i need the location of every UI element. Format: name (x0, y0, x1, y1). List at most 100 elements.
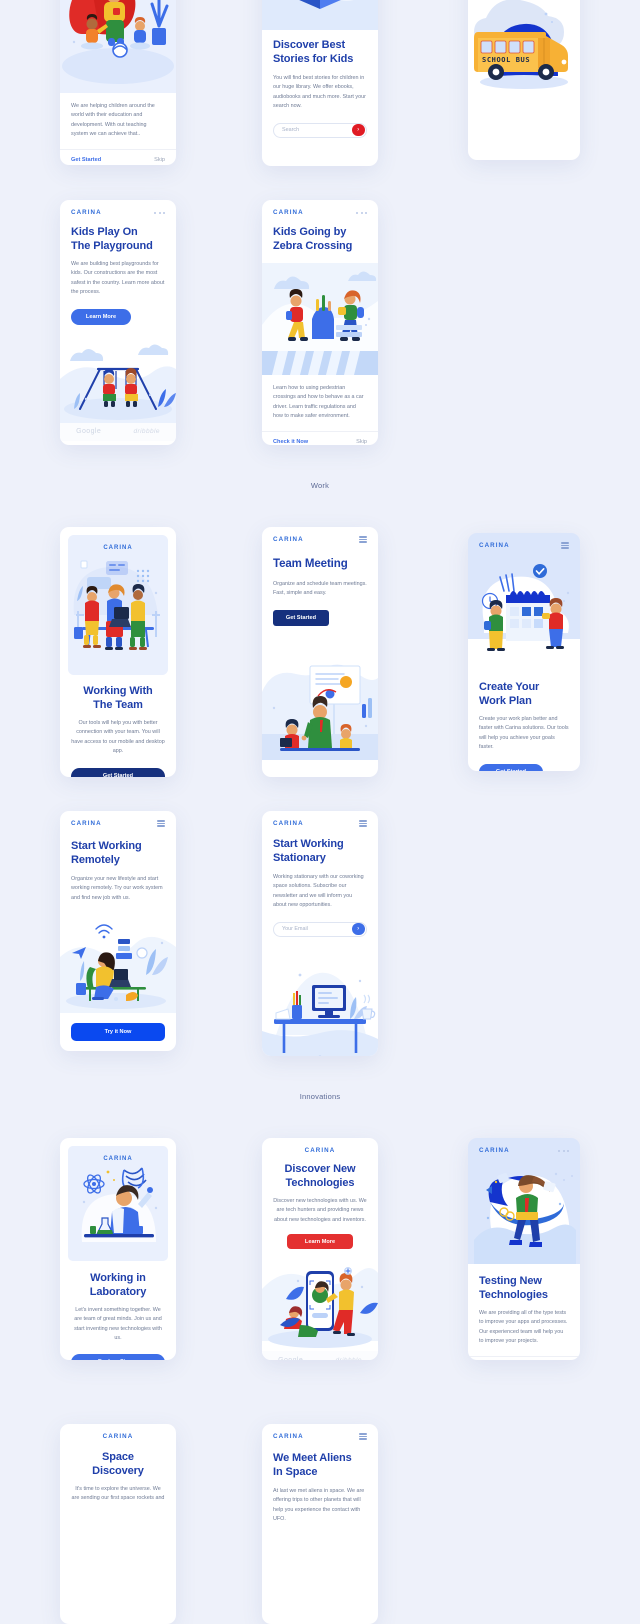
stationary-body: Working stationary with our coworking sp… (273, 874, 364, 909)
playground-title: Kids Play On The Playground (71, 225, 165, 253)
playground-illustration (60, 334, 176, 423)
meeting-get-started-button[interactable]: Get Started (273, 609, 329, 626)
remote-illustration (60, 913, 176, 1014)
newtech-learn-more-button[interactable]: Learn More (287, 1234, 353, 1250)
testing-title-line2: Technologies (479, 1289, 548, 1301)
newtech-title: Discover New Technologies (273, 1162, 367, 1190)
chevron-right-icon[interactable]: › (352, 922, 365, 936)
svg-text:CARINA: CARINA (103, 1156, 132, 1162)
card-team[interactable]: CARINA Working With The Team Our tools w… (60, 527, 176, 777)
newtech-header: CARINA (262, 1138, 378, 1154)
chevron-right-icon[interactable]: › (352, 123, 365, 137)
laboratory-illustration: CARINA (68, 1146, 168, 1261)
section-label-work: Work (310, 481, 330, 490)
team-title-line1: Working With (83, 685, 153, 697)
card-zebra[interactable]: CARINA Kids Going by Zebra Crossing Lear… (262, 200, 378, 445)
testing-illustration (468, 1156, 580, 1264)
card-space[interactable]: CARINA Space Discovery It's time to expl… (60, 1424, 176, 1624)
remote-header: CARINA (60, 811, 176, 827)
playground-body: We are building best playgrounds for kid… (71, 261, 165, 296)
stationary-title-line1: Start Working (273, 838, 344, 850)
workplan-get-started-button[interactable]: Get Started (479, 763, 543, 771)
playground-learn-more-button[interactable]: Learn More (71, 308, 131, 325)
meeting-body: Organize and schedule team meetings. Fas… (273, 581, 367, 597)
hamburger-menu-icon[interactable] (359, 1433, 367, 1440)
meeting-header: CARINA (262, 527, 378, 543)
stories-title: Discover Best Stories for Kids (273, 38, 367, 66)
card-education[interactable]: We are helping children around the world… (60, 0, 176, 165)
stories-search-field[interactable]: Search › (273, 122, 367, 138)
stories-body: You will find best stories for children … (273, 75, 366, 110)
zebra-skip-link[interactable]: Skip (356, 439, 367, 445)
playground-logo-strip: Google dribbble (60, 422, 176, 441)
space-title-line1: Space (102, 1451, 134, 1463)
brand-logo: CARINA (479, 1147, 510, 1154)
remote-try-it-now-button[interactable]: Try it Now (71, 1023, 165, 1042)
card-playground[interactable]: CARINA Kids Play On The Playground We ar… (60, 200, 176, 445)
google-logo: Google (278, 1357, 303, 1360)
search-placeholder: Search (282, 127, 300, 134)
more-dots-icon[interactable] (356, 211, 367, 214)
laboratory-explore-sience-button[interactable]: Explore Sience (71, 1353, 165, 1360)
card-meeting[interactable]: CARINA Team Meeting Organize and schedul… (262, 527, 378, 777)
newtech-logo-strip: Google dribbble (262, 1351, 378, 1360)
hamburger-menu-icon[interactable] (359, 820, 367, 827)
space-header: CARINA (60, 1424, 176, 1440)
card-aliens[interactable]: CARINA We Meet Aliens In Space At last w… (262, 1424, 378, 1624)
hamburger-menu-icon[interactable] (561, 542, 569, 549)
team-title: Working With The Team (71, 684, 165, 712)
dribbble-logo: dribbble (133, 428, 160, 436)
zebra-illustration (262, 263, 378, 375)
card-laboratory[interactable]: CARINA Working in Laboratory Let's inven… (60, 1138, 176, 1360)
education-skip-link[interactable]: Skip (154, 157, 165, 163)
space-body: It's time to explore the universe. We ar… (71, 1486, 165, 1502)
playground-title-line1: Kids Play On (71, 226, 138, 238)
education-illustration (60, 0, 176, 93)
stationary-title-line2: Stationary (273, 852, 326, 864)
aliens-title-line1: We Meet Aliens (273, 1452, 352, 1464)
workplan-title-line1: Create Your (479, 681, 540, 693)
meeting-illustration (262, 637, 378, 760)
card-testing[interactable]: CARINA Testing New Technologies We are p… (468, 1138, 580, 1360)
laboratory-title: Working in Laboratory (71, 1271, 165, 1299)
testing-body: We are providing all of the type tests t… (479, 1310, 568, 1345)
brand-logo: CARINA (102, 1433, 134, 1440)
card-workplan[interactable]: CARINA Create Your Work Plan Create your… (468, 533, 580, 771)
workplan-illustration (468, 553, 580, 671)
brand-logo: CARINA (71, 820, 102, 827)
newtech-title-line2: Technologies (285, 1177, 355, 1189)
aliens-title-line2: In Space (273, 1466, 318, 1478)
meeting-title: Team Meeting (273, 558, 348, 570)
space-title: Space Discovery (71, 1450, 165, 1478)
svg-text:CARINA: CARINA (103, 545, 132, 551)
more-dots-icon[interactable] (154, 211, 165, 214)
team-illustration: CARINA (68, 535, 168, 675)
team-get-started-button[interactable]: Get Started (71, 767, 165, 777)
brand-logo: CARINA (273, 209, 304, 216)
stationary-header: CARINA (262, 811, 378, 827)
hamburger-menu-icon[interactable] (157, 820, 165, 827)
card-newtech[interactable]: CARINA Discover New Technologies Discove… (262, 1138, 378, 1360)
stationary-title: Start Working Stationary (273, 837, 367, 865)
stationary-email-field[interactable]: Your Email › (273, 921, 367, 937)
brand-logo: CARINA (71, 209, 102, 216)
zebra-title-line1: Kids Going by (273, 226, 347, 238)
brand-logo: CARINA (273, 536, 304, 543)
card-stories[interactable]: Discover Best Stories for Kids You will … (262, 0, 378, 166)
card-remote[interactable]: CARINA Start Working Remotely Organize y… (60, 811, 176, 1051)
workplan-title: Create Your Work Plan (479, 680, 569, 708)
zebra-title: Kids Going by Zebra Crossing (273, 225, 367, 253)
remote-title-line2: Remotely (71, 854, 120, 866)
more-dots-icon[interactable] (558, 1149, 569, 1152)
playground-header: CARINA (60, 200, 176, 216)
education-get-started-link[interactable]: Get Started (71, 157, 101, 163)
email-placeholder: Your Email (282, 926, 308, 933)
zebra-check-it-now-link[interactable]: Check it Now (273, 439, 308, 445)
laboratory-title-line2: Laboratory (89, 1286, 147, 1298)
card-stationary[interactable]: CARINA Start Working Stationary Working … (262, 811, 378, 1056)
hamburger-menu-icon[interactable] (359, 536, 367, 543)
card-bus[interactable]: Book a Bus (468, 0, 580, 160)
svg-text:SCHOOL BUS: SCHOOL BUS (482, 56, 530, 64)
zebra-header: CARINA (262, 200, 378, 216)
newtech-body: Discover new technologies with us. We ar… (273, 1198, 367, 1223)
